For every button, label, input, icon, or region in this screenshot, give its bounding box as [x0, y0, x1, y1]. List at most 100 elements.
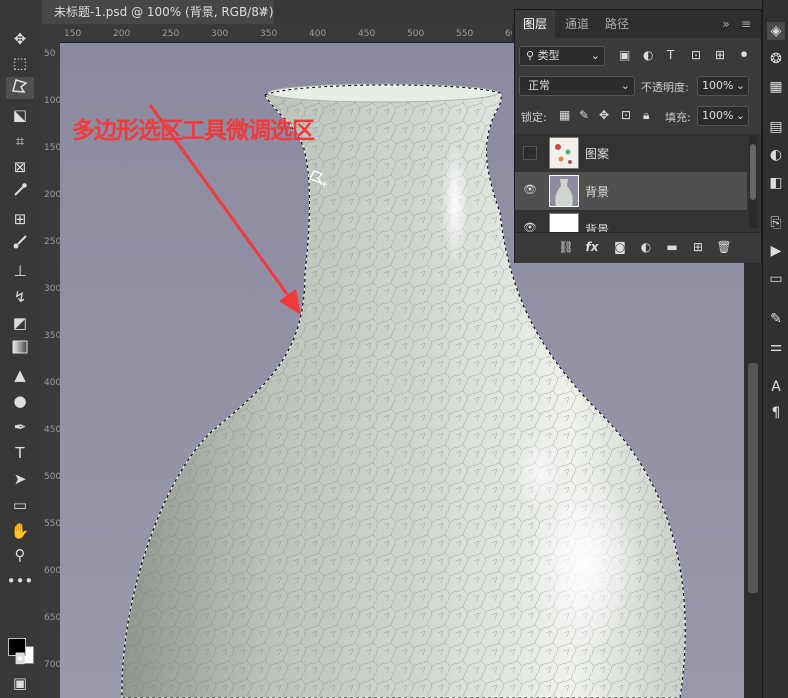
new-group-icon[interactable]: ▬ — [663, 240, 681, 254]
character-icon[interactable]: A — [767, 378, 785, 396]
pixel-filter-icon[interactable]: ▣ — [619, 48, 630, 62]
shape-filter-icon[interactable]: ⊡ — [691, 48, 701, 62]
delete-layer-icon[interactable]: 🗑︎ — [715, 240, 733, 254]
tab-channels[interactable]: 通道 — [559, 10, 595, 38]
clone-stamp-icon[interactable]: ⊥ — [6, 260, 34, 282]
ruler-tick: 350 — [44, 331, 61, 341]
layer-name[interactable]: 背景 — [585, 221, 609, 232]
swatches-icon[interactable]: ▦ — [767, 78, 785, 96]
paragraph-icon[interactable]: ¶ — [767, 404, 785, 422]
brush-settings-icon[interactable]: ✎ — [767, 310, 785, 328]
layer-thumbnail — [549, 213, 579, 232]
frame-icon[interactable]: ⊠ — [6, 156, 34, 178]
smart-object-filter-icon[interactable]: ⊞ — [715, 48, 725, 62]
ruler-tick: 400 — [309, 29, 327, 39]
dodge-icon[interactable]: ● — [6, 390, 34, 412]
adjustments-icon[interactable]: ◐ — [767, 146, 785, 164]
lock-image-icon[interactable]: ✎ — [579, 108, 589, 122]
blur-icon[interactable]: ▲ — [6, 364, 34, 386]
lock-position-icon[interactable]: ✥ — [599, 108, 609, 122]
more-tools-icon[interactable]: ••• — [6, 570, 34, 592]
ruler-tick: 150 — [44, 143, 61, 153]
horizontal-ruler: 150 200 250 300 350 400 450 500 550 600 — [42, 24, 512, 43]
opacity-input[interactable]: 100% ⌄ — [697, 76, 749, 96]
path-select-icon[interactable]: ➤ — [6, 468, 34, 490]
ruler-tick: 200 — [113, 29, 131, 39]
tab-paths[interactable]: 路径 — [599, 10, 635, 38]
layer-row[interactable]: 图案 — [515, 134, 747, 172]
blend-mode-value: 正常 — [528, 79, 550, 92]
opacity-value: 100% — [702, 79, 734, 92]
type-filter-icon[interactable]: T — [667, 48, 674, 62]
polygonal-lasso-icon[interactable] — [6, 77, 34, 99]
channels-icon[interactable]: ❂ — [767, 50, 785, 68]
hand-icon[interactable]: ✋ — [6, 520, 34, 542]
new-layer-icon[interactable]: ⊞ — [689, 240, 707, 254]
layer-row-selected[interactable]: 👁︎ 背景 — [515, 172, 747, 210]
ruler-tick: 500 — [407, 29, 425, 39]
layers-scrollbar-thumb[interactable] — [750, 144, 756, 200]
lock-all-icon[interactable]: 🔒︎ — [643, 108, 649, 123]
lock-transparent-icon[interactable]: ▦ — [559, 108, 570, 122]
play-icon[interactable]: ▶ — [767, 242, 785, 260]
object-select-icon[interactable]: ⬕ — [6, 104, 34, 126]
screen-mode-icon[interactable]: ▣ — [6, 672, 34, 694]
crop-icon[interactable]: ⌗ — [6, 130, 34, 152]
document-tab[interactable]: 未标题-1.psd @ 100% (背景, RGB/8#) × — [42, 0, 274, 24]
healing-brush-icon[interactable]: ⊞ — [6, 208, 34, 230]
ruler-tick: 600 — [505, 29, 512, 39]
filter-toggle-icon[interactable]: ⏺ — [741, 47, 747, 62]
tab-layers[interactable]: 图层 — [515, 10, 555, 38]
lock-label: 锁定: — [521, 111, 547, 124]
fill-value: 100% — [702, 109, 734, 122]
ruler-tick: 350 — [260, 29, 278, 39]
quick-mask-icon[interactable]: ◘ — [6, 648, 34, 670]
layers-scrollbar[interactable] — [749, 136, 757, 228]
ruler-tick: 300 — [44, 284, 61, 294]
fx-icon[interactable]: fx — [583, 240, 601, 254]
brush-icon[interactable] — [6, 234, 34, 256]
type-icon[interactable]: T — [6, 442, 34, 464]
add-mask-icon[interactable]: ◙ — [611, 240, 629, 254]
document-tab-title: 未标题-1.psd @ 100% (背景, RGB/8#) — [54, 5, 274, 19]
ruler-tick: 250 — [162, 29, 180, 39]
close-tab-icon[interactable]: × — [257, 0, 268, 24]
zoom-icon[interactable]: ⚲ — [6, 544, 34, 566]
collapse-panel-icon[interactable]: » — [719, 10, 733, 38]
ruler-tick: 100 — [44, 96, 61, 106]
layers-panel: 图层 通道 路径 » ≡ ⚲ 类型 ⌄ ▣ ◐ T ⊡ ⊞ ⏺ 正常 ⌄ 不透明度:… — [514, 9, 762, 263]
visibility-off-toggle[interactable] — [523, 146, 537, 160]
marquee-icon[interactable]: ⬚ — [6, 52, 34, 74]
move-icon[interactable]: ✥ — [6, 28, 34, 50]
eye-icon[interactable]: 👁︎ — [523, 222, 537, 233]
history-brush-icon[interactable]: ↯ — [6, 286, 34, 308]
lock-artboard-icon[interactable]: ⊡ — [621, 108, 631, 122]
ruler-tick: 500 — [44, 472, 61, 482]
layer-name[interactable]: 背景 — [585, 183, 609, 200]
eye-icon[interactable]: 👁︎ — [523, 184, 537, 196]
layer-name[interactable]: 图案 — [585, 145, 609, 162]
eraser-icon[interactable]: ◩ — [6, 312, 34, 334]
fill-input[interactable]: 100% ⌄ — [697, 106, 749, 126]
tool-presets-icon[interactable]: ⚌ — [767, 338, 785, 356]
libraries-icon[interactable]: ▤ — [767, 118, 785, 136]
layer-row[interactable]: 👁︎ 背景 — [515, 210, 747, 232]
adjustment-filter-icon[interactable]: ◐ — [643, 48, 653, 62]
link-layers-icon[interactable]: ⛓︎ — [557, 240, 575, 254]
scrollbar-thumb[interactable] — [748, 363, 758, 593]
layers-icon[interactable]: ◈ — [767, 22, 785, 40]
blend-mode-select[interactable]: 正常 ⌄ — [519, 76, 635, 96]
gradient-icon[interactable] — [6, 338, 34, 360]
rectangle-icon[interactable]: ▭ — [6, 494, 34, 516]
chevron-down-icon: ⌄ — [590, 49, 600, 62]
comment-icon[interactable]: ▭ — [767, 270, 785, 288]
panel-menu-icon[interactable]: ≡ — [739, 10, 753, 38]
layer-thumbnail — [549, 175, 579, 207]
eyedropper-icon[interactable] — [6, 182, 34, 204]
actions-icon[interactable]: ⎘ — [767, 214, 785, 232]
pen-icon[interactable]: ✒ — [6, 416, 34, 438]
opacity-label: 不透明度: — [641, 81, 689, 94]
layer-filter-select[interactable]: ⚲ 类型 ⌄ — [519, 46, 605, 66]
properties-icon[interactable]: ◧ — [767, 174, 785, 192]
adjustment-layer-icon[interactable]: ◐ — [637, 240, 655, 254]
